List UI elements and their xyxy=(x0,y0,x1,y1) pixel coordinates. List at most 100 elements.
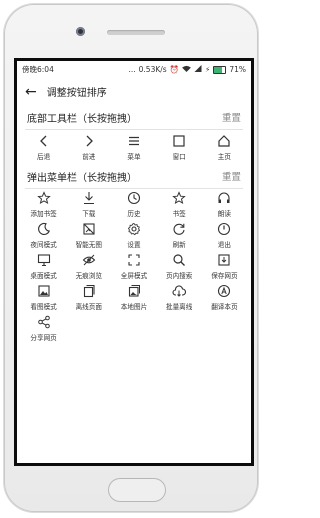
menu-item-label: 分享网页 xyxy=(30,334,57,342)
picture-icon xyxy=(37,284,51,298)
chevron-right-icon xyxy=(82,134,96,148)
download-icon xyxy=(82,191,96,205)
menu-item-offline-pages[interactable]: 离线页面 xyxy=(66,282,111,313)
menu-reset-button[interactable]: 重置 xyxy=(222,169,241,183)
toolbar-grid: 后退 前进 菜单 窗口 主页 xyxy=(17,130,251,164)
menu-item-label: 翻译本页 xyxy=(211,303,238,311)
menu-item-add-bookmark[interactable]: 添加书签 xyxy=(21,189,66,220)
menu-item-refresh[interactable]: 刷新 xyxy=(157,220,202,251)
star-add-icon xyxy=(36,191,51,205)
page-title: 调整按钮排序 xyxy=(46,88,107,99)
power-icon xyxy=(217,222,231,236)
menu-item-desktop-mode[interactable]: 桌面模式 xyxy=(21,251,66,282)
toolbar-reset-button[interactable]: 重置 xyxy=(222,110,241,124)
screen: 傍晚6:04 ... 0.53K/s ⏰ ⚡ 71% ← 调整按钮排序 底部工具… xyxy=(14,58,254,466)
toolbar-item-menu[interactable]: 菜单 xyxy=(111,130,156,164)
charging-icon: ⚡ xyxy=(205,65,211,74)
menu-item-translate-page[interactable]: 翻译本页 xyxy=(202,282,247,313)
menu-item-label: 桌面模式 xyxy=(30,272,57,280)
no-image-icon xyxy=(82,222,96,236)
share-icon xyxy=(37,315,51,329)
alarm-icon: ⏰ xyxy=(169,65,180,74)
menu-item-label: 朗读 xyxy=(217,210,231,218)
menu-item-night-mode[interactable]: 夜间模式 xyxy=(21,220,66,251)
toolbar-section-title: 底部工具栏（长按拖拽） xyxy=(27,113,137,125)
menu-item-settings[interactable]: 设置 xyxy=(111,220,156,251)
status-dots: ... xyxy=(128,65,136,74)
search-icon xyxy=(172,253,186,267)
window-icon xyxy=(172,134,186,148)
status-time: 傍晚6:04 xyxy=(22,65,54,74)
menu-item-batch-offline[interactable]: 批量离线 xyxy=(157,282,202,313)
menu-item-fullscreen[interactable]: 全屏模式 xyxy=(111,251,156,282)
back-arrow-icon[interactable]: ← xyxy=(25,85,37,99)
fullscreen-icon xyxy=(127,253,141,267)
menu-item-label: 刷新 xyxy=(172,241,186,249)
menu-item-picture-mode[interactable]: 看图模式 xyxy=(21,282,66,313)
toolbar-item-label: 窗口 xyxy=(172,152,186,161)
toolbar-item-home[interactable]: 主页 xyxy=(202,130,247,164)
refresh-icon xyxy=(172,222,186,236)
menu-item-read-aloud[interactable]: 朗读 xyxy=(202,189,247,220)
gear-icon xyxy=(127,222,141,236)
menu-item-label: 看图模式 xyxy=(30,303,57,311)
toolbar-item-label: 后退 xyxy=(37,152,51,161)
app-bar: ← 调整按钮排序 xyxy=(17,78,251,105)
menu-item-label: 智能无图 xyxy=(75,241,102,249)
menu-icon xyxy=(127,134,141,148)
earpiece-speaker xyxy=(107,30,165,35)
toolbar-section-header: 底部工具栏（长按拖拽） 重置 xyxy=(17,105,251,129)
menu-item-incognito[interactable]: 无痕浏览 xyxy=(66,251,111,282)
clock-icon xyxy=(127,191,141,205)
menu-item-smart-no-image[interactable]: 智能无图 xyxy=(66,220,111,251)
menu-item-label: 下载 xyxy=(82,210,96,218)
menu-item-share-page[interactable]: 分享网页 xyxy=(21,313,66,344)
menu-item-label: 全屏模式 xyxy=(120,272,148,280)
menu-item-label: 历史 xyxy=(127,210,141,218)
chevron-left-icon xyxy=(37,134,51,148)
save-page-icon xyxy=(217,253,231,267)
menu-section-header: 弹出菜单栏（长按拖拽） 重置 xyxy=(17,164,251,188)
menu-item-save-page[interactable]: 保存网页 xyxy=(202,251,247,282)
offline-page-icon xyxy=(82,284,96,298)
menu-item-label: 本地图片 xyxy=(120,303,148,311)
cloud-download-icon xyxy=(172,284,187,298)
menu-item-exit[interactable]: 退出 xyxy=(202,220,247,251)
menu-item-label: 离线页面 xyxy=(75,303,102,311)
incognito-icon xyxy=(82,253,96,267)
menu-item-label: 添加书签 xyxy=(30,210,57,218)
network-speed: 0.53K/s xyxy=(138,65,167,74)
menu-item-local-pictures[interactable]: 本地图片 xyxy=(111,282,156,313)
toolbar-item-forward[interactable]: 前进 xyxy=(66,130,111,164)
toolbar-item-label: 菜单 xyxy=(127,152,141,161)
translate-icon xyxy=(217,284,231,298)
wifi-icon xyxy=(182,65,191,74)
menu-item-label: 夜间模式 xyxy=(30,241,57,249)
desktop-icon xyxy=(37,253,51,267)
front-camera xyxy=(76,27,85,36)
menu-item-find-in-page[interactable]: 页内搜索 xyxy=(157,251,202,282)
menu-item-bookmarks[interactable]: 书签 xyxy=(157,189,202,220)
battery-percent: 71% xyxy=(229,65,246,74)
menu-item-label: 页内搜索 xyxy=(166,272,193,280)
menu-item-download[interactable]: 下载 xyxy=(66,189,111,220)
toolbar-item-label: 前进 xyxy=(82,152,96,161)
toolbar-item-label: 主页 xyxy=(217,152,231,161)
moon-icon xyxy=(37,222,51,236)
battery-icon xyxy=(213,65,227,74)
menu-item-label: 设置 xyxy=(127,241,141,249)
menu-grid: 添加书签 下载 历史 书签 朗读 夜间模式 智能无图 设置 刷新 退出 桌面模式… xyxy=(17,189,251,344)
signal-icon xyxy=(194,65,202,74)
menu-item-label: 批量离线 xyxy=(166,303,193,311)
star-icon xyxy=(172,191,186,205)
home-button[interactable] xyxy=(108,478,166,502)
menu-item-label: 书签 xyxy=(172,210,186,218)
status-right: ... 0.53K/s ⏰ ⚡ 71% xyxy=(128,65,246,74)
menu-section-title: 弹出菜单栏（长按拖拽） xyxy=(27,172,137,184)
home-icon xyxy=(217,134,231,148)
menu-item-history[interactable]: 历史 xyxy=(111,189,156,220)
toolbar-item-back[interactable]: 后退 xyxy=(21,130,66,164)
menu-item-label: 保存网页 xyxy=(211,272,238,280)
toolbar-item-window[interactable]: 窗口 xyxy=(157,130,202,164)
local-pictures-icon xyxy=(127,284,141,298)
